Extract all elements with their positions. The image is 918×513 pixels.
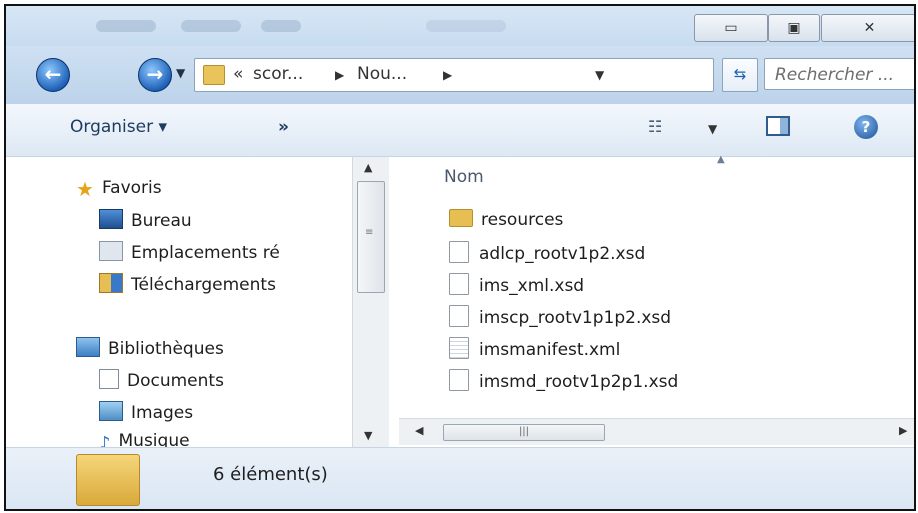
folder-icon	[449, 209, 473, 227]
nav-label: Images	[131, 403, 194, 423]
navigation-pane-scrollbar[interactable]: ▲ ≡ ▼	[352, 157, 389, 447]
minimize-button[interactable]: ▭	[694, 14, 768, 42]
list-item[interactable]: imscp_rootv1p1p2.xsd	[449, 305, 671, 328]
file-icon	[449, 273, 469, 295]
scroll-down-icon[interactable]: ▼	[364, 429, 372, 442]
maximize-button[interactable]: ▣	[768, 14, 820, 42]
list-item[interactable]: adlcp_rootv1p2.xsd	[449, 241, 645, 264]
recent-pages-dropdown-icon[interactable]: ▼	[176, 66, 185, 80]
file-icon	[449, 369, 469, 391]
file-list-horizontal-scrollbar[interactable]: ◀ ||| ▶	[399, 418, 914, 445]
column-header-name[interactable]: Nom	[444, 167, 484, 187]
list-item[interactable]: imsmd_rootv1p2p1.xsd	[449, 369, 678, 392]
view-options-icon[interactable]: ☷	[648, 117, 662, 136]
downloads-icon	[99, 273, 123, 293]
file-icon	[449, 305, 469, 327]
scrollbar-thumb[interactable]: ≡	[357, 181, 385, 293]
command-bar: Organiser ▾ » ☷ ▼ ?	[6, 104, 914, 157]
back-button[interactable]: ←	[36, 58, 70, 92]
breadcrumb-item[interactable]: scor...	[253, 64, 303, 84]
nav-label: Emplacements ré	[131, 243, 280, 263]
file-name: imsmanifest.xml	[479, 340, 621, 360]
list-item[interactable]: ims_xml.xsd	[449, 273, 584, 296]
nav-documents[interactable]: Documents	[99, 369, 224, 391]
nav-label: Documents	[127, 371, 224, 391]
blurred-title-element	[261, 20, 301, 32]
nav-recent-places[interactable]: Emplacements ré	[99, 241, 280, 263]
chevron-right-icon[interactable]: ▶	[335, 68, 344, 82]
star-icon: ★	[76, 177, 94, 201]
large-folder-icon	[76, 454, 140, 506]
refresh-icon: ⇆	[733, 65, 747, 83]
file-name: resources	[481, 210, 564, 230]
file-name: adlcp_rootv1p2.xsd	[479, 244, 646, 264]
nav-desktop[interactable]: Bureau	[99, 209, 192, 231]
navigation-bar: ← → ▼ « scor... ▶ Nou... ▶ ▼ ⇆ Recherche…	[6, 46, 914, 104]
nav-images[interactable]: Images	[99, 401, 193, 423]
close-icon: ✕	[863, 20, 876, 36]
list-item[interactable]: resources	[449, 209, 563, 230]
back-arrow-icon: ←	[44, 62, 62, 86]
images-icon	[99, 401, 123, 421]
file-name: imscp_rootv1p1p2.xsd	[479, 308, 672, 328]
nav-libraries[interactable]: Bibliothèques	[76, 337, 224, 359]
blurred-title-element	[181, 20, 241, 32]
preview-pane-icon[interactable]	[766, 116, 790, 136]
file-name: ims_xml.xsd	[479, 276, 585, 296]
nav-label: Bibliothèques	[108, 339, 224, 359]
chevron-right-icon[interactable]: ▶	[443, 68, 452, 82]
more-commands-button[interactable]: »	[278, 117, 289, 137]
title-bar: ▭ ▣ ✕	[6, 6, 914, 46]
nav-label: Bureau	[131, 211, 192, 231]
scroll-right-icon[interactable]: ▶	[899, 424, 907, 437]
desktop-icon	[99, 209, 123, 229]
minimize-icon: ▭	[724, 20, 738, 36]
documents-icon	[99, 369, 119, 389]
nav-favorites[interactable]: ★ Favoris	[76, 177, 162, 201]
nav-downloads[interactable]: Téléchargements	[99, 273, 276, 295]
xml-file-icon	[449, 337, 469, 359]
refresh-button[interactable]: ⇆	[722, 58, 758, 92]
maximize-icon: ▣	[787, 20, 801, 36]
nav-label: Téléchargements	[131, 275, 276, 295]
nav-label: Favoris	[101, 178, 162, 198]
organize-button[interactable]: Organiser ▾	[70, 117, 167, 137]
forward-button[interactable]: →	[138, 58, 172, 92]
explorer-window: ▭ ▣ ✕ ← → ▼ « scor... ▶ Nou... ▶ ▼ ⇆ Rec…	[4, 4, 916, 511]
help-icon[interactable]: ?	[854, 115, 878, 139]
grip-icon: ≡	[365, 227, 374, 238]
file-list: ▲ Nom resources adlcp_rootv1p2.xsd ims_x…	[399, 154, 914, 447]
breadcrumb-item[interactable]: Nou...	[357, 64, 407, 84]
recent-places-icon	[99, 241, 123, 261]
search-input[interactable]: Rechercher ...	[764, 58, 914, 90]
list-item[interactable]: imsmanifest.xml	[449, 337, 620, 360]
scroll-left-icon[interactable]: ◀	[415, 424, 423, 437]
file-name: imsmd_rootv1p2p1.xsd	[479, 372, 679, 392]
address-dropdown-icon[interactable]: ▼	[595, 68, 604, 82]
libraries-icon	[76, 337, 100, 357]
grip-icon: |||	[518, 426, 530, 437]
folder-icon	[203, 65, 225, 85]
blurred-title-element	[96, 20, 156, 32]
file-icon	[449, 241, 469, 263]
breadcrumb-overflow[interactable]: «	[233, 64, 243, 84]
details-pane: 6 élément(s)	[6, 447, 914, 509]
sort-indicator-icon: ▲	[717, 154, 725, 165]
scroll-up-icon[interactable]: ▲	[364, 161, 372, 174]
close-button[interactable]: ✕	[821, 14, 914, 42]
view-dropdown-icon[interactable]: ▼	[708, 122, 717, 136]
address-bar[interactable]: « scor... ▶ Nou... ▶ ▼	[194, 58, 714, 92]
forward-arrow-icon: →	[146, 62, 164, 86]
blurred-title-element	[426, 20, 506, 32]
item-count: 6 élément(s)	[213, 464, 328, 485]
navigation-pane: ★ Favoris Bureau Emplacements ré Téléchar…	[6, 157, 390, 454]
scrollbar-thumb[interactable]: |||	[443, 424, 605, 441]
